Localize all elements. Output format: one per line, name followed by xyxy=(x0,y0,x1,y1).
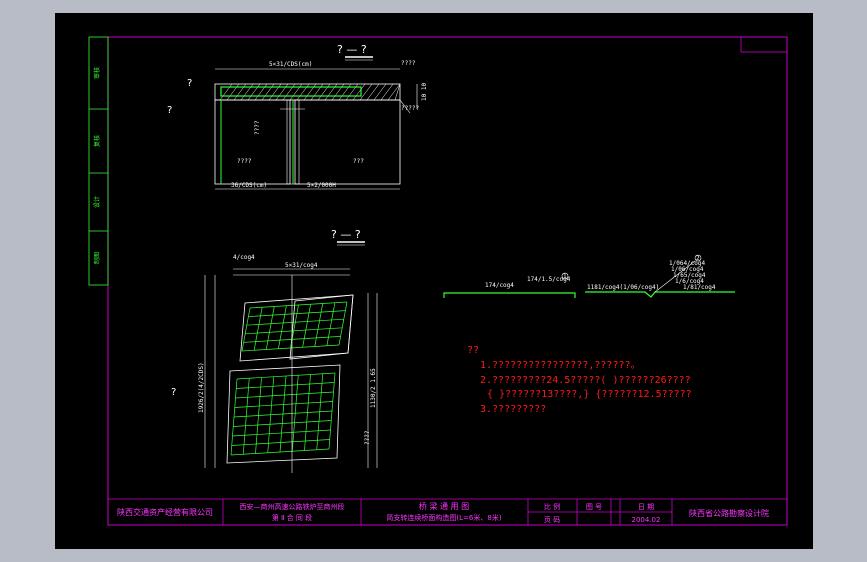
rebar-detail-2: 1181/cog4(1/06/cog4) 1/81/cog4 1/064/cog… xyxy=(585,254,735,298)
project-line-2: 第 Ⅱ 合 同 段 xyxy=(272,513,312,522)
notes-line-1: 1.????????????????,??????。 xyxy=(480,360,641,371)
section-view: 5×31/CDS(cm) ???? ????? ???? ???? ??? ? … xyxy=(167,60,428,190)
notes-line-4: 3.????????? xyxy=(480,404,546,415)
side-tab-labels: 审核复核设计制图 xyxy=(93,67,101,264)
detail2-marker: 2 xyxy=(696,255,700,262)
plan-label: ? xyxy=(171,387,176,398)
cad-drawing-canvas[interactable]: 审核复核设计制图 ? — ? 5×31/CDS(cm) ???? ????? ?… xyxy=(55,13,813,549)
girder-left xyxy=(214,99,291,185)
side-tab-2: 设计 xyxy=(93,196,101,208)
plan-label-2: ???? xyxy=(364,430,371,445)
drawing-name-1: 桥 梁 通 用 图 xyxy=(419,501,469,511)
rebar-top xyxy=(220,86,362,97)
drawing-svg: 审核复核设计制图 ? — ? 5×31/CDS(cm) ???? ????? ?… xyxy=(88,36,788,526)
plan-top-dim: 5×31/cog4 xyxy=(285,262,318,269)
corner-box xyxy=(740,36,788,53)
plan-left-dim: 1926/2(4/2CDS) xyxy=(198,362,205,413)
section-top-dim: 5×31/CDS(cm) xyxy=(269,61,312,68)
section-label-6: ? xyxy=(167,105,172,116)
section-label-7: ? xyxy=(187,78,192,89)
date-value: 2004.02 xyxy=(632,516,661,524)
side-tab-3: 制图 xyxy=(93,252,101,264)
side-tab-1: 复核 xyxy=(93,135,101,147)
sheet-no-label: 图 号 xyxy=(586,503,602,511)
girder-right xyxy=(294,99,401,185)
section-bottom-dim: 36/CDS(cm) xyxy=(231,182,267,189)
notes-line-2: 2.?????????24.5?????( )??????26???? xyxy=(480,375,691,386)
notes-line-3: { }??????13????,} {??????12.5????? xyxy=(487,389,692,400)
section-label-4: ???? xyxy=(237,158,252,165)
drawing-name-2: 简支转连续桥面构造图(L=6米、8米) xyxy=(386,513,501,522)
plan-view: 4/cog4 5×31/cog4 1926/2(4/2CDS) 1130/2 1… xyxy=(171,254,378,473)
detail2-label-f: 1/6/cog4 xyxy=(675,278,704,285)
section-right-dim: 10 10 xyxy=(421,83,428,101)
section-label-3: ???? xyxy=(254,120,261,135)
title-block: 陕西交通资产经营有限公司 西安—商州高速公路铁炉至商州段 第 Ⅱ 合 同 段 桥… xyxy=(108,498,787,525)
section-title: ? — ? xyxy=(337,43,367,56)
notes-block: ?? 1.????????????????,??????。 2.????????… xyxy=(467,345,692,415)
section-label-2: ????? xyxy=(401,105,419,112)
scale-label: 比 例 xyxy=(544,502,560,511)
section-label-5: ??? xyxy=(353,158,364,165)
section-bottom-dim2: 5×2/000H xyxy=(307,182,336,189)
plan-right-dim: 1130/2 1.65 xyxy=(370,368,377,408)
detail2-label-a: 1181/cog4(1/06/cog4) xyxy=(587,284,659,291)
plan-title: ? — ? xyxy=(331,228,361,241)
detail1-marker: 1 xyxy=(563,273,567,280)
rebar-detail-1: 174/cog4 174/1.5/cog4 1 xyxy=(443,272,576,298)
section-label-1: ???? xyxy=(401,60,416,67)
project-line-1: 西安—商州高速公路铁炉至商州段 xyxy=(240,502,345,511)
notes-heading: ?? xyxy=(467,345,479,356)
plan-top-dim2: 4/cog4 xyxy=(233,254,255,261)
designer-name: 陕西省公路勘察设计院 xyxy=(689,508,769,518)
detail2-label-b: 1/81/cog4 xyxy=(683,284,716,291)
date-label: 日 期 xyxy=(638,503,654,511)
sheet-label: 页 码 xyxy=(544,516,560,524)
detail1-label-a: 174/cog4 xyxy=(485,282,514,289)
side-tab-0: 审核 xyxy=(93,67,101,79)
company-name: 陕西交通资产经营有限公司 xyxy=(117,507,213,517)
